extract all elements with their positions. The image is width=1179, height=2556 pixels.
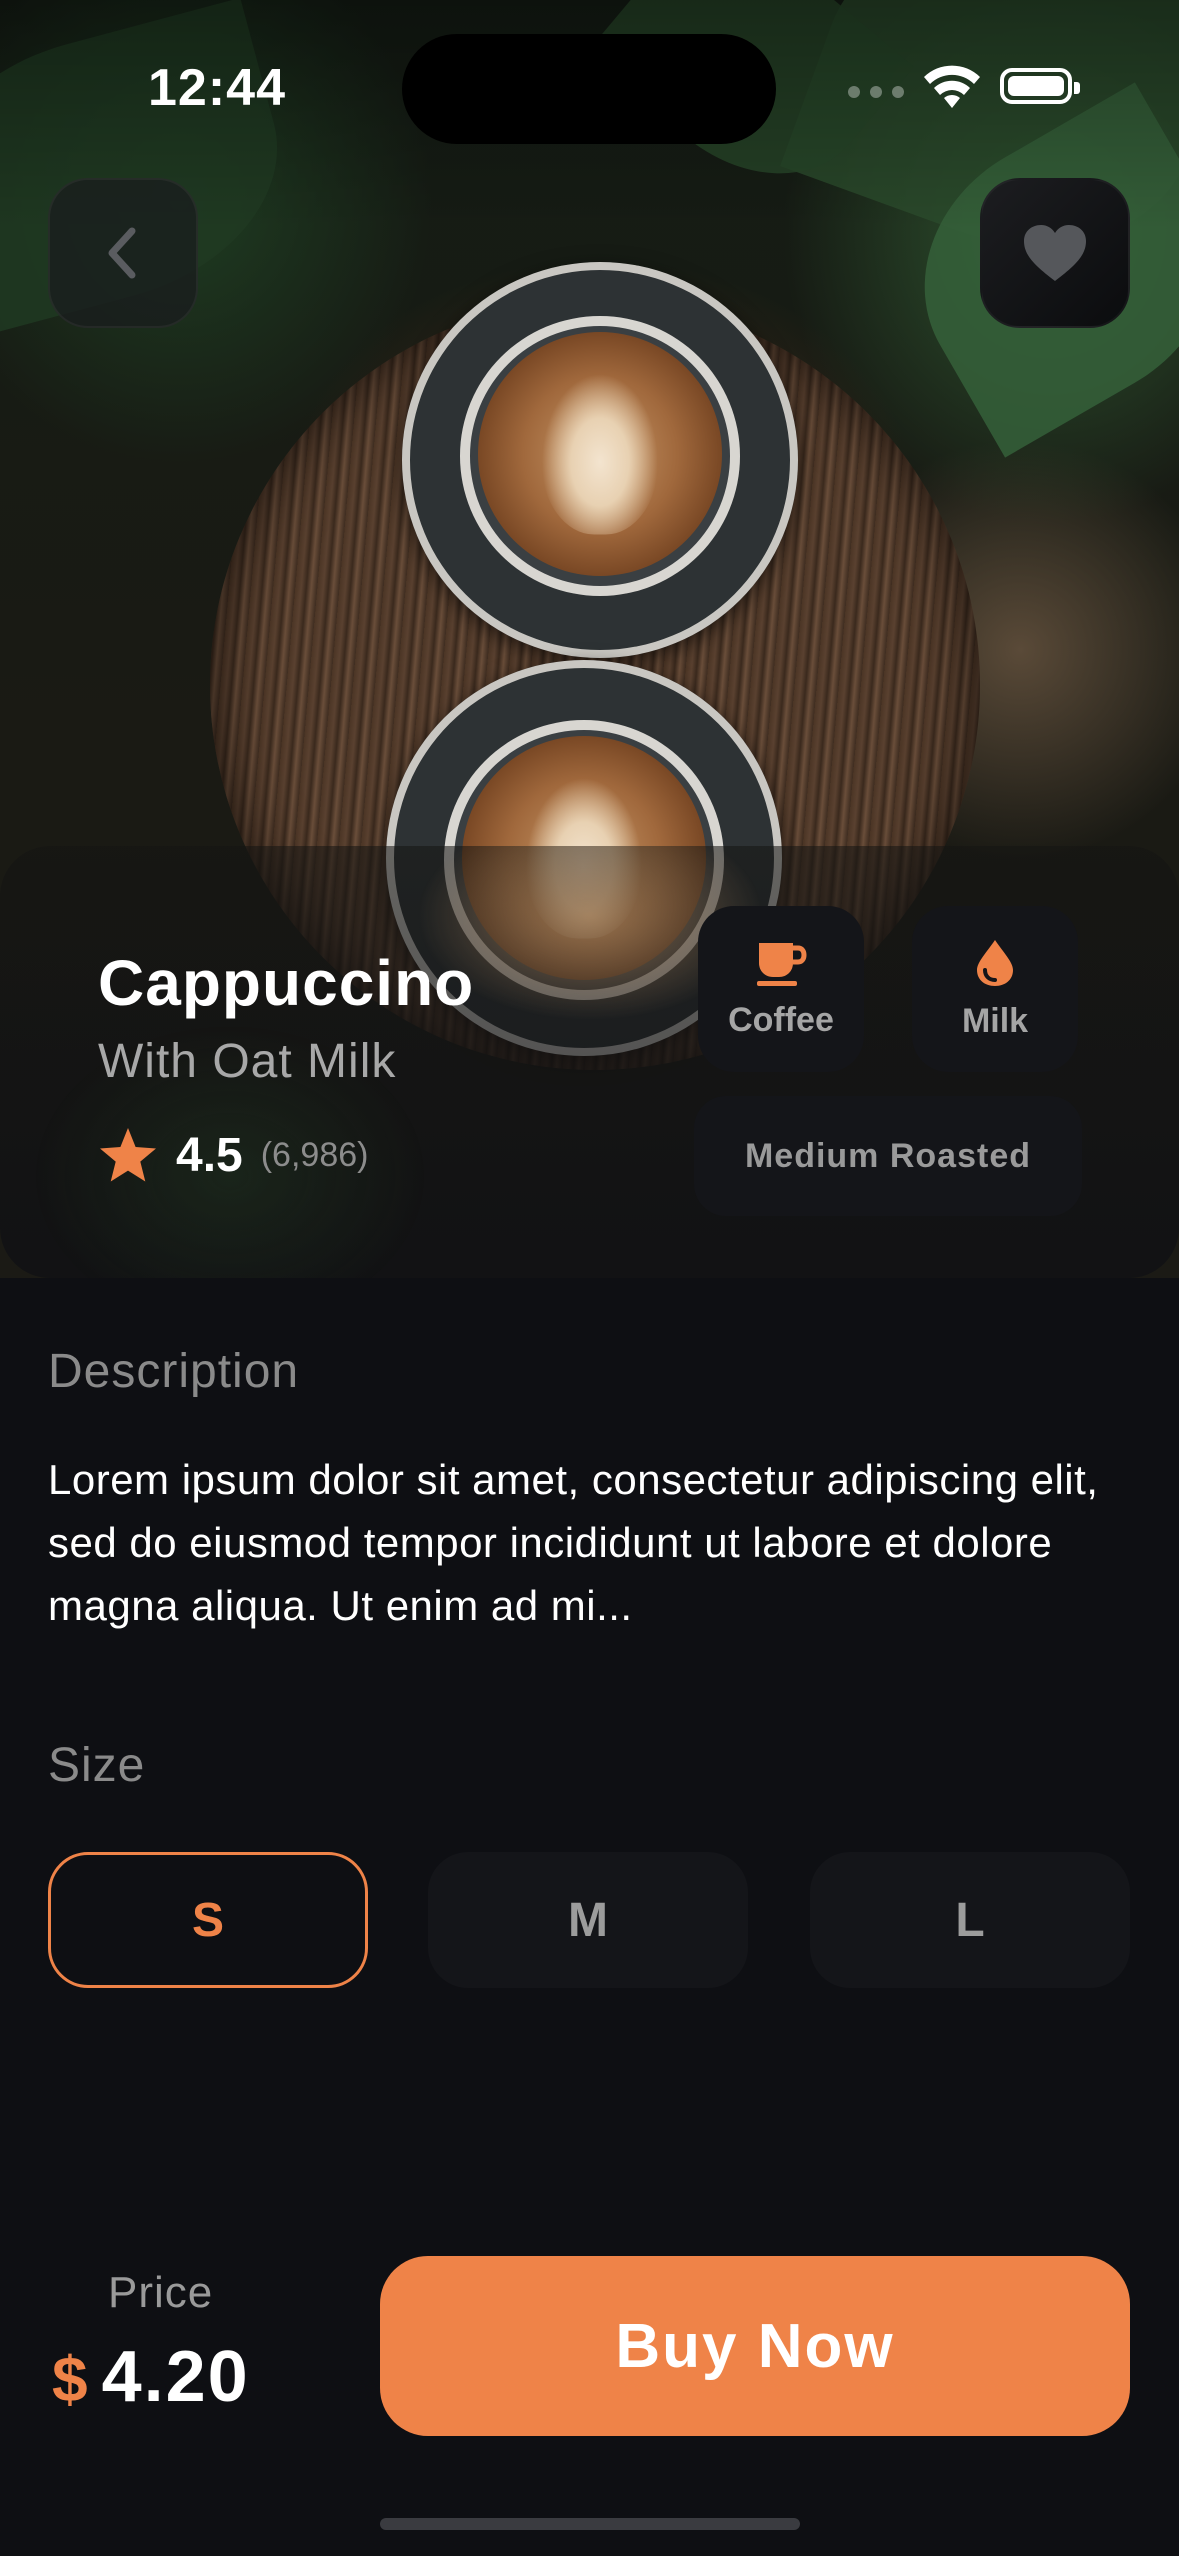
product-detail-screen: 12:44 Cappuccino With Oat Milk 4.5 (6,98… [0,0,1179,2556]
tag-coffee-label: Coffee [728,1000,834,1039]
coffee-cup-icon [757,942,807,986]
roast-level-badge: Medium Roasted [694,1096,1082,1216]
price-label: Price [108,2268,214,2317]
rating-value: 4.5 [176,1128,243,1182]
wifi-icon [924,65,980,108]
heart-icon [1024,225,1086,281]
tag-milk: Milk [912,906,1078,1072]
size-option-m[interactable]: M [428,1852,748,1988]
description-text[interactable]: Lorem ipsum dolor sit amet, consectetur … [48,1448,1138,1637]
back-button[interactable] [48,178,198,328]
size-heading: Size [48,1739,146,1792]
rating-count: (6,986) [260,1135,369,1174]
size-option-s[interactable]: S [48,1852,368,1988]
status-time: 12:44 [148,59,286,117]
product-rating: 4.5 (6,986) [98,1126,368,1184]
battery-icon [1000,68,1080,104]
chevron-left-icon [108,227,136,279]
price-value: 4.20 [101,2337,250,2417]
dynamic-island [402,34,776,144]
price-display: $ 4.20 [52,2336,250,2418]
milk-drop-icon [977,939,1013,986]
cellular-signal-icon [848,86,904,98]
description-heading: Description [48,1345,300,1398]
roast-level-label: Medium Roasted [744,1136,1032,1175]
tag-coffee: Coffee [698,906,864,1072]
size-option-l[interactable]: L [810,1852,1130,1988]
star-icon [100,1128,156,1182]
tag-milk-label: Milk [961,1001,1029,1040]
home-indicator[interactable] [380,2518,800,2530]
product-subtitle: With Oat Milk [98,1035,397,1088]
buy-now-button[interactable]: Buy Now [380,2256,1130,2436]
favorite-button[interactable] [980,178,1130,328]
currency-symbol: $ [52,2343,88,2415]
product-name: Cappuccino [98,947,475,1019]
status-bar: 12:44 [0,0,1179,170]
